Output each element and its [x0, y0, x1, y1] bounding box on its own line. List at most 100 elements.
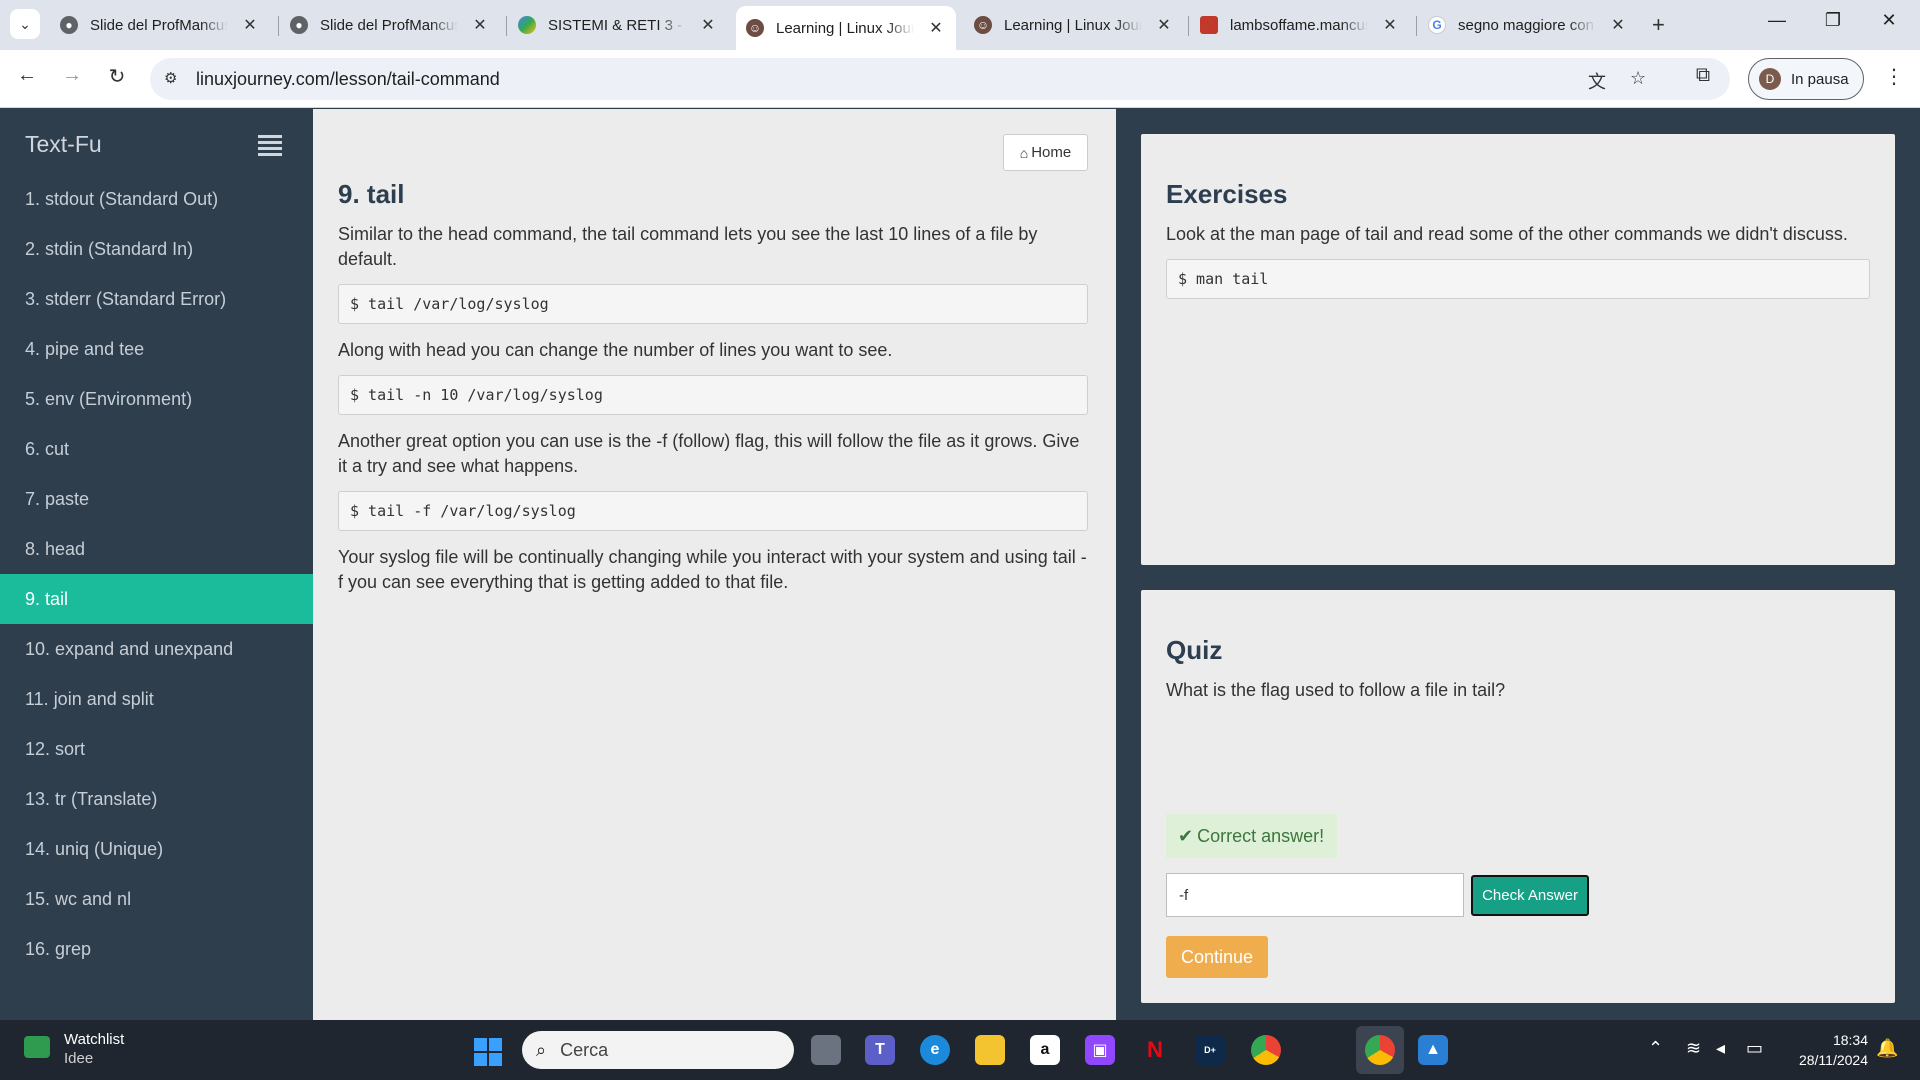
sidebar-item[interactable]: 13. tr (Translate)	[0, 774, 313, 824]
forward-icon[interactable]: →	[57, 64, 87, 87]
browser-tab-active[interactable]: ☺ Learning | Linux Journey ✕	[736, 6, 956, 50]
url-text[interactable]: linuxjourney.com/lesson/tail-command	[196, 69, 500, 90]
continue-button[interactable]: Continue	[1166, 936, 1268, 978]
wifi-icon[interactable]: ≋	[1686, 1038, 1701, 1059]
quiz-title: Quiz	[1166, 635, 1223, 665]
close-icon[interactable]: ✕	[698, 15, 718, 35]
image-icon	[1200, 16, 1218, 34]
code-block: $ tail -f /var/log/syslog	[338, 491, 1088, 531]
close-icon[interactable]: ✕	[470, 15, 490, 35]
sidebar-item[interactable]: 1. stdout (Standard Out)	[0, 174, 313, 224]
twitch-icon[interactable]: ▣	[1085, 1035, 1115, 1065]
sidebar-item[interactable]: 4. pipe and tee	[0, 324, 313, 374]
clock-time: 18:34	[1832, 1032, 1868, 1048]
sidebar-item[interactable]: 8. head	[0, 524, 313, 574]
widgets-button[interactable]: Watchlist Idee	[24, 1030, 124, 1068]
disney-plus-icon[interactable]: D+	[1195, 1035, 1225, 1065]
avatar: D	[1759, 68, 1781, 90]
home-icon: ⌂	[1019, 144, 1029, 161]
minimize-icon[interactable]: —	[1762, 10, 1792, 31]
windows-start-icon[interactable]	[474, 1038, 502, 1066]
close-icon[interactable]: ✕	[1380, 15, 1400, 35]
chrome-profile-icon[interactable]	[1365, 1035, 1395, 1065]
lesson-content: 9. tail Similar to the head command, the…	[338, 179, 1088, 607]
sidebar-item-active[interactable]: 9. tail	[0, 574, 313, 624]
close-icon[interactable]: ✕	[1608, 15, 1628, 35]
clock-date: 28/11/2024	[1798, 1052, 1868, 1068]
file-explorer-icon[interactable]	[975, 1035, 1005, 1065]
browser-tab-strip: ⌄ ● Slide del ProfMancuso ✕ ● Slide del …	[0, 0, 1920, 50]
windows-taskbar: Watchlist Idee ⌕ Cerca T e a ▣ N D+ ▲ ⌃ …	[0, 1020, 1920, 1080]
volume-icon[interactable]: ◂	[1716, 1038, 1725, 1059]
tab-title: Learning | Linux Journey	[776, 19, 914, 37]
sidebar-item[interactable]: 11. join and split	[0, 674, 313, 724]
stock-chart-icon	[24, 1036, 50, 1058]
taskbar-search[interactable]: ⌕ Cerca	[522, 1031, 794, 1069]
globe-icon: ●	[290, 16, 308, 34]
battery-icon[interactable]: ▭	[1746, 1038, 1763, 1059]
browser-tab[interactable]: G segno maggiore con ✕	[1418, 6, 1638, 44]
teams-icon[interactable]: T	[865, 1035, 895, 1065]
restore-icon[interactable]: ❐	[1818, 10, 1848, 31]
profile-button[interactable]: D In pausa	[1748, 58, 1864, 100]
close-icon[interactable]: ✕	[240, 15, 260, 35]
browser-tab[interactable]: ● Slide del ProfMancuso ✕	[50, 6, 270, 44]
sidebar-item[interactable]: 15. wc and nl	[0, 874, 313, 924]
code-block: $ tail /var/log/syslog	[338, 284, 1088, 324]
globe-icon: ●	[60, 16, 78, 34]
extensions-icon[interactable]: ⧉	[1688, 64, 1718, 87]
chevron-up-icon[interactable]: ⌃	[1648, 1038, 1663, 1059]
sidebar-item[interactable]: 10. expand and unexpand	[0, 624, 313, 674]
exercises-title: Exercises	[1166, 179, 1288, 209]
back-icon[interactable]: ←	[12, 64, 42, 87]
sidebar-item[interactable]: 3. stderr (Standard Error)	[0, 274, 313, 324]
exercises-text: Look at the man page of tail and read so…	[1166, 224, 1848, 244]
sidebar-item[interactable]: 6. cut	[0, 424, 313, 474]
browser-tab[interactable]: ● Slide del ProfMancuso ✕	[280, 6, 500, 44]
translate-icon[interactable]: 文	[1588, 68, 1606, 94]
lesson-panel: ⌂ Home 9. tail Similar to the head comma…	[313, 109, 1116, 1020]
browser-tab[interactable]: ☺ Learning | Linux Journey ✕	[964, 6, 1184, 44]
browser-tab[interactable]: lambsoffame.mancuso ✕	[1190, 6, 1410, 44]
home-button[interactable]: ⌂ Home	[1003, 134, 1088, 171]
answer-input[interactable]	[1166, 873, 1464, 917]
lesson-paragraph: Similar to the head command, the tail co…	[338, 224, 1038, 269]
hamburger-menu-icon[interactable]	[258, 135, 282, 159]
lesson-title: 9. tail	[338, 179, 405, 209]
photos-icon[interactable]: ▲	[1418, 1035, 1448, 1065]
menu-icon[interactable]: ⋮	[1884, 64, 1904, 89]
notification-bell-icon[interactable]: 🔔	[1876, 1038, 1898, 1059]
task-view-icon[interactable]	[811, 1035, 841, 1065]
star-icon[interactable]: ☆	[1630, 68, 1646, 89]
code-block: $ man tail	[1166, 259, 1870, 299]
reload-icon[interactable]: ↻	[102, 64, 132, 89]
tab-title: Learning | Linux Journey	[1004, 16, 1142, 34]
chevron-down-icon: ⌄	[19, 15, 31, 32]
edge-icon[interactable]: e	[920, 1035, 950, 1065]
close-icon[interactable]: ✕	[1154, 15, 1174, 35]
sidebar-item[interactable]: 2. stdin (Standard In)	[0, 224, 313, 274]
sidebar-item[interactable]: 14. uniq (Unique)	[0, 824, 313, 874]
browser-tab[interactable]: SISTEMI & RETI 3 - Sl ✕	[508, 6, 728, 44]
system-clock[interactable]: 18:34 28/11/2024	[1780, 1030, 1868, 1070]
site-info-icon[interactable]: ⚙	[164, 69, 177, 87]
new-tab-button[interactable]: +	[1652, 12, 1665, 38]
address-bar[interactable]: ⚙ linuxjourney.com/lesson/tail-command 文…	[150, 58, 1730, 100]
amazon-icon[interactable]: a	[1030, 1035, 1060, 1065]
search-placeholder: Cerca	[560, 1039, 609, 1060]
checkmark-icon: ✔	[1178, 825, 1194, 846]
netflix-icon[interactable]: N	[1140, 1035, 1170, 1065]
chrome-icon[interactable]	[1251, 1035, 1281, 1065]
close-window-icon[interactable]: ✕	[1874, 10, 1904, 31]
close-icon[interactable]: ✕	[926, 18, 946, 38]
sidebar-item[interactable]: 12. sort	[0, 724, 313, 774]
lesson-sidebar: Text-Fu 1. stdout (Standard Out) 2. stdi…	[0, 109, 313, 1020]
tab-title: Slide del ProfMancuso	[90, 16, 228, 34]
check-answer-button[interactable]: Check Answer	[1471, 875, 1589, 916]
tab-search-button[interactable]: ⌄	[10, 9, 40, 39]
lesson-paragraph: Another great option you can use is the …	[338, 431, 1080, 476]
sidebar-item[interactable]: 16. grep	[0, 924, 313, 974]
sidebar-item[interactable]: 7. paste	[0, 474, 313, 524]
sidebar-item[interactable]: 5. env (Environment)	[0, 374, 313, 424]
google-icon: G	[1428, 16, 1446, 34]
